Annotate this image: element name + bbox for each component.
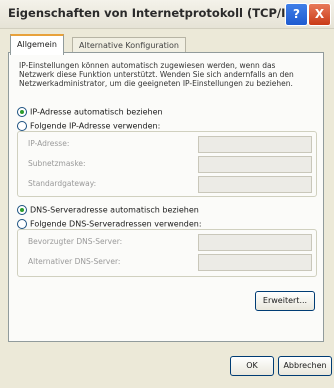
- default-gateway-field[interactable]: [198, 176, 312, 193]
- description-text: IP-Einstellungen können automatisch zuge…: [19, 61, 294, 88]
- dns-manual-label: Folgende DNS-Serveradressen verwenden:: [30, 219, 202, 229]
- dns-manual-option[interactable]: Folgende DNS-Serveradressen verwenden:: [17, 219, 202, 229]
- ip-manual-radio[interactable]: [17, 121, 27, 131]
- ip-groupbox: IP-Adresse: Subnetzmaske: Standardgatewa…: [17, 131, 317, 197]
- tab-general[interactable]: Allgemein: [10, 34, 64, 55]
- window-title: Eigenschaften von Internetprotokoll (TCP…: [8, 6, 300, 20]
- ip-manual-option[interactable]: Folgende IP-Adresse verwenden:: [17, 121, 160, 131]
- dns-auto-label: DNS-Serveradresse automatisch beziehen: [30, 205, 199, 215]
- dns-groupbox: Bevorzugter DNS-Server: Alternativer DNS…: [17, 229, 317, 277]
- ip-auto-radio[interactable]: [17, 107, 27, 117]
- subnet-mask-field[interactable]: [198, 156, 312, 173]
- ip-auto-option[interactable]: IP-Adresse automatisch beziehen: [17, 107, 163, 117]
- help-button[interactable]: ?: [285, 3, 308, 26]
- ip-address-label: IP-Adresse:: [28, 139, 70, 148]
- default-gateway-label: Standardgateway:: [28, 179, 97, 188]
- title-bar: Eigenschaften von Internetprotokoll (TCP…: [0, 0, 334, 29]
- ip-manual-label: Folgende IP-Adresse verwenden:: [30, 121, 161, 131]
- close-button[interactable]: X: [308, 3, 331, 26]
- ip-address-field[interactable]: [198, 136, 312, 153]
- dns-auto-radio[interactable]: [17, 205, 27, 215]
- dns-manual-radio[interactable]: [17, 219, 27, 229]
- alternate-dns-field[interactable]: [198, 254, 312, 271]
- advanced-button[interactable]: Erweitert...: [255, 291, 315, 311]
- ip-auto-label: IP-Adresse automatisch beziehen: [30, 107, 163, 117]
- dns-auto-option[interactable]: DNS-Serveradresse automatisch beziehen: [17, 205, 199, 215]
- alternate-dns-label: Alternativer DNS-Server:: [28, 257, 121, 266]
- ok-button[interactable]: OK: [230, 356, 274, 376]
- cancel-button[interactable]: Abbrechen: [278, 356, 332, 376]
- preferred-dns-label: Bevorzugter DNS-Server:: [28, 237, 123, 246]
- tab-alternative-configuration[interactable]: Alternative Konfiguration: [72, 37, 186, 53]
- general-panel: IP-Einstellungen können automatisch zuge…: [8, 52, 324, 342]
- subnet-mask-label: Subnetzmaske:: [28, 159, 86, 168]
- preferred-dns-field[interactable]: [198, 234, 312, 251]
